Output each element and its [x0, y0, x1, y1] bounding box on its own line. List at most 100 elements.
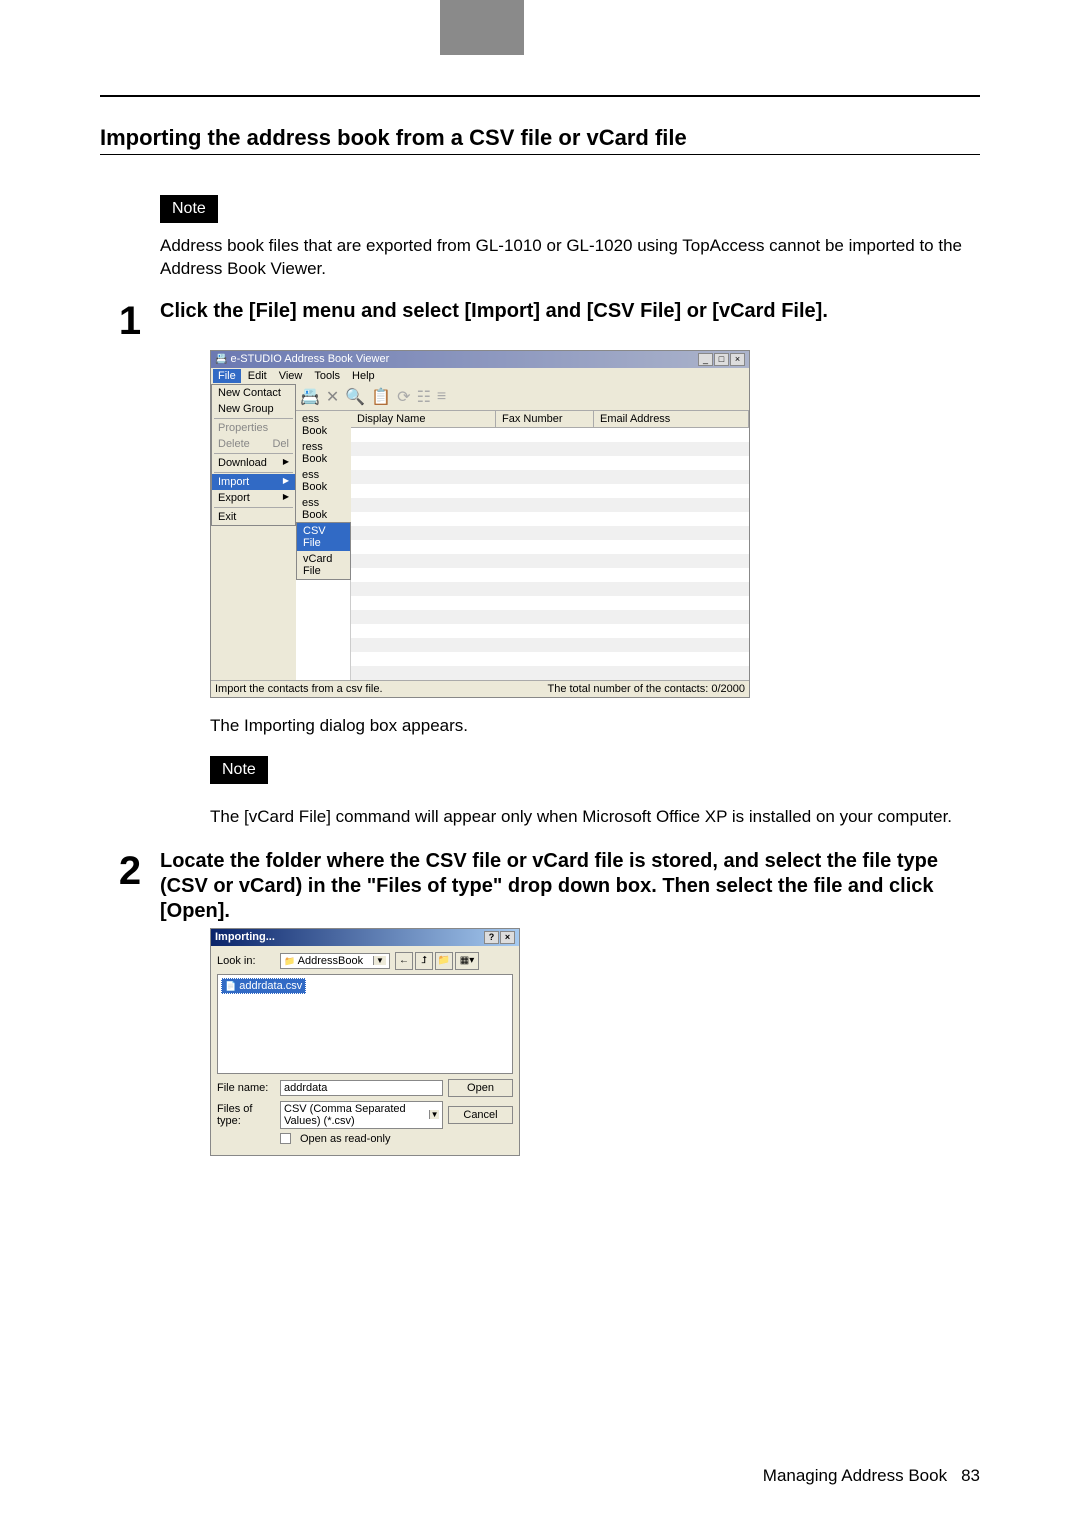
back-button[interactable]: ← — [395, 952, 413, 970]
up-button[interactable]: ⮥ — [415, 952, 433, 970]
readonly-checkbox[interactable] — [280, 1133, 291, 1144]
file-item-selected[interactable]: 📄 addrdata.csv — [221, 978, 306, 994]
menu-file[interactable]: File — [213, 369, 241, 383]
close-button[interactable]: × — [730, 353, 745, 366]
filetype-label: Files of type: — [217, 1103, 275, 1127]
toolbar-icon[interactable]: ⟳ — [397, 387, 410, 407]
submenu-vcard-file[interactable]: vCard File — [297, 551, 350, 579]
toolbar-icon[interactable]: ≡ — [437, 388, 446, 406]
col-display-name[interactable]: Display Name — [351, 411, 496, 427]
tree-item[interactable]: ess Book — [296, 495, 351, 523]
tree-panel: ess Book ress Book ess Book ess Book — [296, 411, 351, 523]
page-footer: Managing Address Book 83 — [0, 1466, 1080, 1526]
list-row — [351, 540, 749, 554]
screenshot-importing-dialog: Importing... ? × Look in: 📁 AddressBook … — [210, 928, 520, 1156]
file-list[interactable]: 📄 addrdata.csv — [217, 974, 513, 1074]
section-underline — [100, 154, 980, 155]
note-badge: Note — [160, 195, 218, 223]
step-1-number: 1 — [100, 299, 160, 341]
filename-input[interactable] — [280, 1080, 443, 1096]
menu-new-group[interactable]: New Group — [212, 401, 295, 417]
list-row — [351, 428, 749, 442]
file-dropdown-menu: New Contact New Group Properties DeleteD… — [211, 384, 296, 526]
readonly-label: Open as read-only — [300, 1133, 391, 1145]
list-row — [351, 638, 749, 652]
list-row — [351, 596, 749, 610]
toolbar-icon[interactable]: 📇 — [300, 387, 320, 407]
tree-item[interactable]: ess Book — [296, 411, 351, 439]
menu-new-contact[interactable]: New Contact — [212, 385, 295, 401]
list-row — [351, 582, 749, 596]
step-2: 2 Locate the folder where the CSV file o… — [100, 849, 980, 924]
dialog-title: Importing... — [215, 931, 275, 944]
toolbar-icon[interactable]: ☷ — [417, 387, 431, 407]
window-titlebar: 📇 e-STUDIO Address Book Viewer _ □ × — [211, 351, 749, 368]
list-column-headers: Display Name Fax Number Email Address — [351, 411, 749, 428]
list-row — [351, 526, 749, 540]
list-row — [351, 512, 749, 526]
menu-help[interactable]: Help — [347, 369, 380, 383]
list-row — [351, 470, 749, 484]
view-menu-button[interactable]: ▦▾ — [455, 952, 479, 970]
note-badge-2: Note — [210, 756, 268, 784]
menu-export[interactable]: Export▶ — [212, 490, 295, 506]
dialog-titlebar: Importing... ? × — [211, 929, 519, 946]
menu-exit[interactable]: Exit — [212, 509, 295, 525]
list-row — [351, 484, 749, 498]
import-submenu: CSV File vCard File — [296, 522, 351, 580]
list-view — [351, 428, 749, 680]
list-row — [351, 666, 749, 680]
section-heading: Importing the address book from a CSV fi… — [100, 125, 980, 151]
maximize-button[interactable]: □ — [714, 353, 729, 366]
submenu-csv-file[interactable]: CSV File — [297, 523, 350, 551]
intro-note-text: Address book files that are exported fro… — [160, 235, 980, 281]
look-in-label: Look in: — [217, 955, 275, 967]
menu-edit[interactable]: Edit — [243, 369, 272, 383]
look-in-dropdown[interactable]: 📁 AddressBook ▼ — [280, 953, 390, 969]
list-row — [351, 652, 749, 666]
list-row — [351, 554, 749, 568]
toolbar-icon[interactable]: 📋 — [371, 387, 391, 407]
menubar: File Edit View Tools Help — [211, 368, 749, 384]
close-button[interactable]: × — [500, 931, 515, 944]
list-row — [351, 624, 749, 638]
open-button[interactable]: Open — [448, 1079, 513, 1097]
step-2-text: Locate the folder where the CSV file or … — [160, 849, 980, 924]
toolbar-icon[interactable]: ✕ — [326, 387, 339, 407]
menu-download[interactable]: Download▶ — [212, 455, 295, 471]
filetype-dropdown[interactable]: CSV (Comma Separated Values) (*.csv) ▼ — [280, 1101, 443, 1129]
top-header-tab — [440, 0, 524, 55]
status-left: Import the contacts from a csv file. — [215, 683, 383, 695]
new-folder-button[interactable]: 📁 — [435, 952, 453, 970]
statusbar: Import the contacts from a csv file. The… — [211, 680, 749, 697]
menu-view[interactable]: View — [274, 369, 308, 383]
note-2-text: The [vCard File] command will appear onl… — [210, 806, 980, 829]
window-title: 📇 e-STUDIO Address Book Viewer — [215, 353, 389, 365]
menu-properties: Properties — [212, 420, 295, 436]
list-row — [351, 442, 749, 456]
toolbar-icon[interactable]: 🔍 — [345, 387, 365, 407]
list-row — [351, 498, 749, 512]
menu-tools[interactable]: Tools — [309, 369, 345, 383]
top-header-bar — [0, 0, 1080, 55]
cancel-button[interactable]: Cancel — [448, 1106, 513, 1124]
footer-text: Managing Address Book — [763, 1466, 947, 1486]
step-1-text: Click the [File] menu and select [Import… — [160, 299, 980, 324]
menu-import[interactable]: Import▶ — [212, 474, 295, 490]
tree-item[interactable]: ress Book — [296, 439, 351, 467]
menu-delete: DeleteDel — [212, 436, 295, 452]
step-1-caption: The Importing dialog box appears. — [210, 716, 980, 736]
footer-page-number: 83 — [961, 1466, 980, 1486]
tree-item[interactable]: ess Book — [296, 467, 351, 495]
help-button[interactable]: ? — [484, 931, 499, 944]
list-row — [351, 456, 749, 470]
list-row — [351, 610, 749, 624]
step-2-number: 2 — [100, 849, 160, 891]
minimize-button[interactable]: _ — [698, 353, 713, 366]
toolbar: 📇 ✕ 🔍 📋 ⟳ ☷ ≡ — [296, 384, 749, 411]
status-right: The total number of the contacts: 0/2000 — [547, 683, 745, 695]
step-1: 1 Click the [File] menu and select [Impo… — [100, 299, 980, 341]
col-email-address[interactable]: Email Address — [594, 411, 749, 427]
col-fax-number[interactable]: Fax Number — [496, 411, 594, 427]
list-row — [351, 568, 749, 582]
